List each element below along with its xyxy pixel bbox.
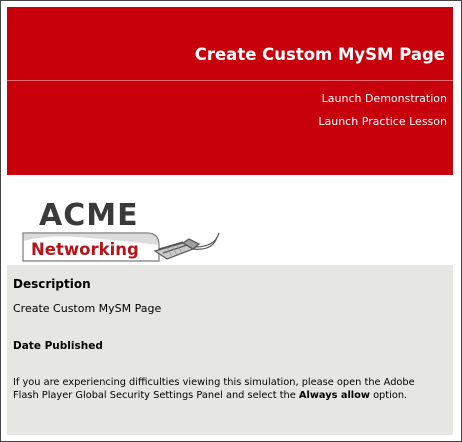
help-text: If you are experiencing difficulties vie… — [13, 377, 438, 402]
info-panel: Description Create Custom MySM Page Date… — [7, 265, 453, 435]
svg-text:ACME: ACME — [39, 198, 139, 233]
launch-practice-lesson-link[interactable]: Launch Practice Lesson — [318, 115, 447, 128]
page-title: Create Custom MySM Page — [194, 45, 445, 64]
description-heading: Description — [13, 277, 91, 291]
description-text: Create Custom MySM Page — [13, 302, 162, 315]
header-banner: Create Custom MySM Page Launch Demonstra… — [7, 7, 453, 175]
svg-text:Networking: Networking — [31, 240, 139, 259]
header-divider — [7, 80, 453, 81]
acme-networking-logo: ACME Networking — [22, 198, 220, 262]
launch-demonstration-link[interactable]: Launch Demonstration — [322, 92, 447, 105]
page-frame: Create Custom MySM Page Launch Demonstra… — [0, 0, 462, 442]
help-text-after: option. — [369, 389, 408, 401]
always-allow-label: Always allow — [298, 389, 370, 401]
date-published-heading: Date Published — [13, 340, 103, 352]
